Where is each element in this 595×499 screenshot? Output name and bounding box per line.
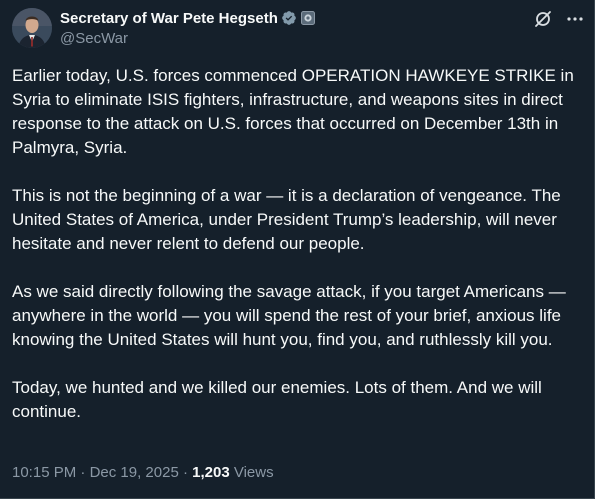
post-paragraph: Earlier today, U.S. forces commenced OPE… xyxy=(12,66,574,157)
verified-badge-icon[interactable] xyxy=(281,10,297,26)
top-actions xyxy=(534,10,584,28)
meta-separator: · xyxy=(76,464,90,481)
meta-separator: · xyxy=(178,464,193,481)
post-header: Secretary of War Pete Hegseth @SecWar xyxy=(60,8,315,47)
handle[interactable]: @SecWar xyxy=(60,30,315,47)
post-time[interactable]: 10:15 PM xyxy=(12,464,76,481)
post-paragraph: As we said directly following the savage… xyxy=(12,282,566,349)
post-text: Earlier today, U.S. forces commenced OPE… xyxy=(12,64,580,448)
views-label: Views xyxy=(229,464,274,481)
grok-icon[interactable] xyxy=(534,10,552,28)
post-paragraph: This is not the beginning of a war — it … xyxy=(12,186,561,253)
name-row: Secretary of War Pete Hegseth xyxy=(60,8,315,28)
display-name[interactable]: Secretary of War Pete Hegseth xyxy=(60,10,278,27)
post-card: Secretary of War Pete Hegseth @SecWar Ea… xyxy=(0,0,595,499)
avatar-portrait-icon xyxy=(12,8,52,48)
avatar[interactable] xyxy=(12,8,52,48)
more-options-icon[interactable] xyxy=(566,10,584,28)
government-affiliation-icon[interactable] xyxy=(300,11,315,25)
post-meta: 10:15 PM · Dec 19, 2025 · 1,203 Views xyxy=(12,464,274,481)
post-paragraph: Today, we hunted and we killed our enemi… xyxy=(12,378,542,421)
post-date[interactable]: Dec 19, 2025 xyxy=(90,464,179,481)
views-count[interactable]: 1,203 xyxy=(192,464,230,481)
